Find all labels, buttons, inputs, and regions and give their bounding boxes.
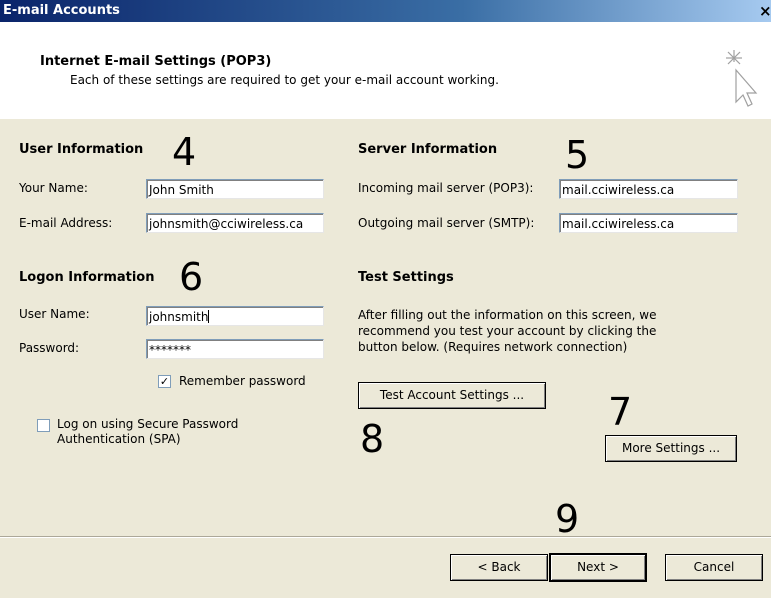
logon-info-heading: Logon Information — [19, 270, 155, 285]
more-settings-button[interactable]: More Settings ... — [605, 435, 737, 462]
password-label: Password: — [19, 341, 80, 355]
incoming-server-label: Incoming mail server (POP3): — [358, 181, 534, 195]
text-caret — [208, 310, 210, 323]
test-settings-heading: Test Settings — [358, 270, 454, 285]
annotation-8: 8 — [360, 417, 385, 461]
title-bar: E-mail Accounts × — [0, 0, 771, 22]
email-accounts-dialog: E-mail Accounts × Internet E-mail Settin… — [0, 0, 771, 598]
your-name-label: Your Name: — [19, 181, 88, 195]
remember-password-checkbox[interactable]: ✓ — [158, 375, 171, 388]
test-settings-desc-3: button below. (Requires network connecti… — [358, 340, 628, 354]
header-divider — [0, 118, 771, 119]
wizard-cursor-icon — [726, 50, 758, 107]
spa-label-line1: Log on using Secure Password — [57, 417, 239, 431]
remember-password-label: Remember password — [179, 374, 306, 388]
password-input[interactable]: ******* — [146, 339, 324, 359]
outgoing-server-input[interactable]: mail.cciwireless.ca — [559, 213, 738, 233]
test-account-settings-button[interactable]: Test Account Settings ... — [358, 382, 546, 409]
back-button[interactable]: < Back — [450, 554, 548, 581]
email-address-label: E-mail Address: — [19, 216, 113, 230]
username-input[interactable]: johnsmith — [146, 306, 324, 326]
spa-checkbox[interactable] — [37, 419, 50, 432]
incoming-server-input[interactable]: mail.cciwireless.ca — [559, 179, 738, 199]
test-settings-desc-2: recommend you test your account by click… — [358, 324, 657, 338]
header-subtitle: Each of these settings are required to g… — [70, 73, 499, 87]
annotation-9: 9 — [555, 497, 580, 541]
spa-label-line2: Authentication (SPA) — [57, 432, 181, 446]
test-settings-desc-1: After filling out the information on thi… — [358, 308, 657, 322]
close-icon[interactable]: × — [759, 3, 771, 19]
annotation-6: 6 — [179, 255, 204, 299]
dialog-header: Internet E-mail Settings (POP3) Each of … — [0, 22, 771, 119]
annotation-5: 5 — [565, 133, 590, 177]
outgoing-server-label: Outgoing mail server (SMTP): — [358, 216, 535, 230]
user-info-heading: User Information — [19, 142, 144, 157]
next-button[interactable]: Next > — [549, 553, 647, 582]
footer-divider-highlight — [0, 537, 771, 538]
annotation-7: 7 — [608, 390, 633, 434]
your-name-input[interactable]: John Smith — [146, 179, 324, 199]
checkmark-icon: ✓ — [159, 375, 170, 388]
server-info-heading: Server Information — [358, 142, 498, 157]
window-title: E-mail Accounts — [3, 3, 120, 18]
username-label: User Name: — [19, 307, 90, 321]
cancel-button[interactable]: Cancel — [665, 554, 763, 581]
annotation-4: 4 — [172, 130, 197, 174]
email-address-input[interactable]: johnsmith@cciwireless.ca — [146, 213, 324, 233]
header-title: Internet E-mail Settings (POP3) — [40, 54, 272, 69]
username-value: johnsmith — [149, 310, 209, 324]
